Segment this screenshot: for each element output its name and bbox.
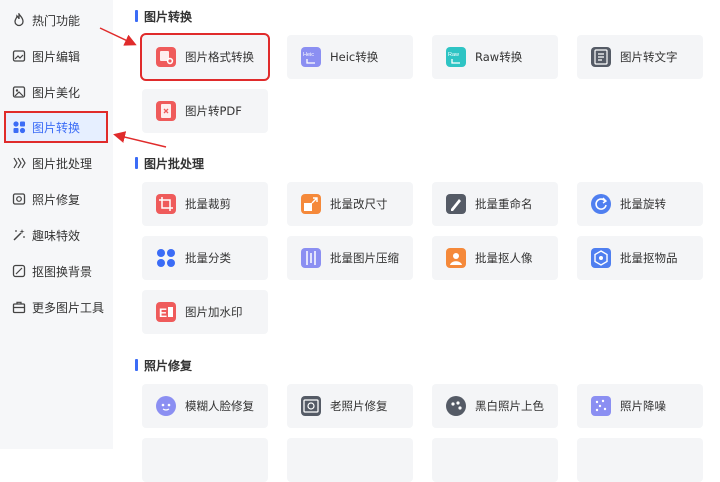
annotation-arrows: [99, 27, 167, 148]
arrow-to-format-card: [99, 27, 137, 46]
arrow-to-sidebar-convert: [113, 131, 167, 148]
